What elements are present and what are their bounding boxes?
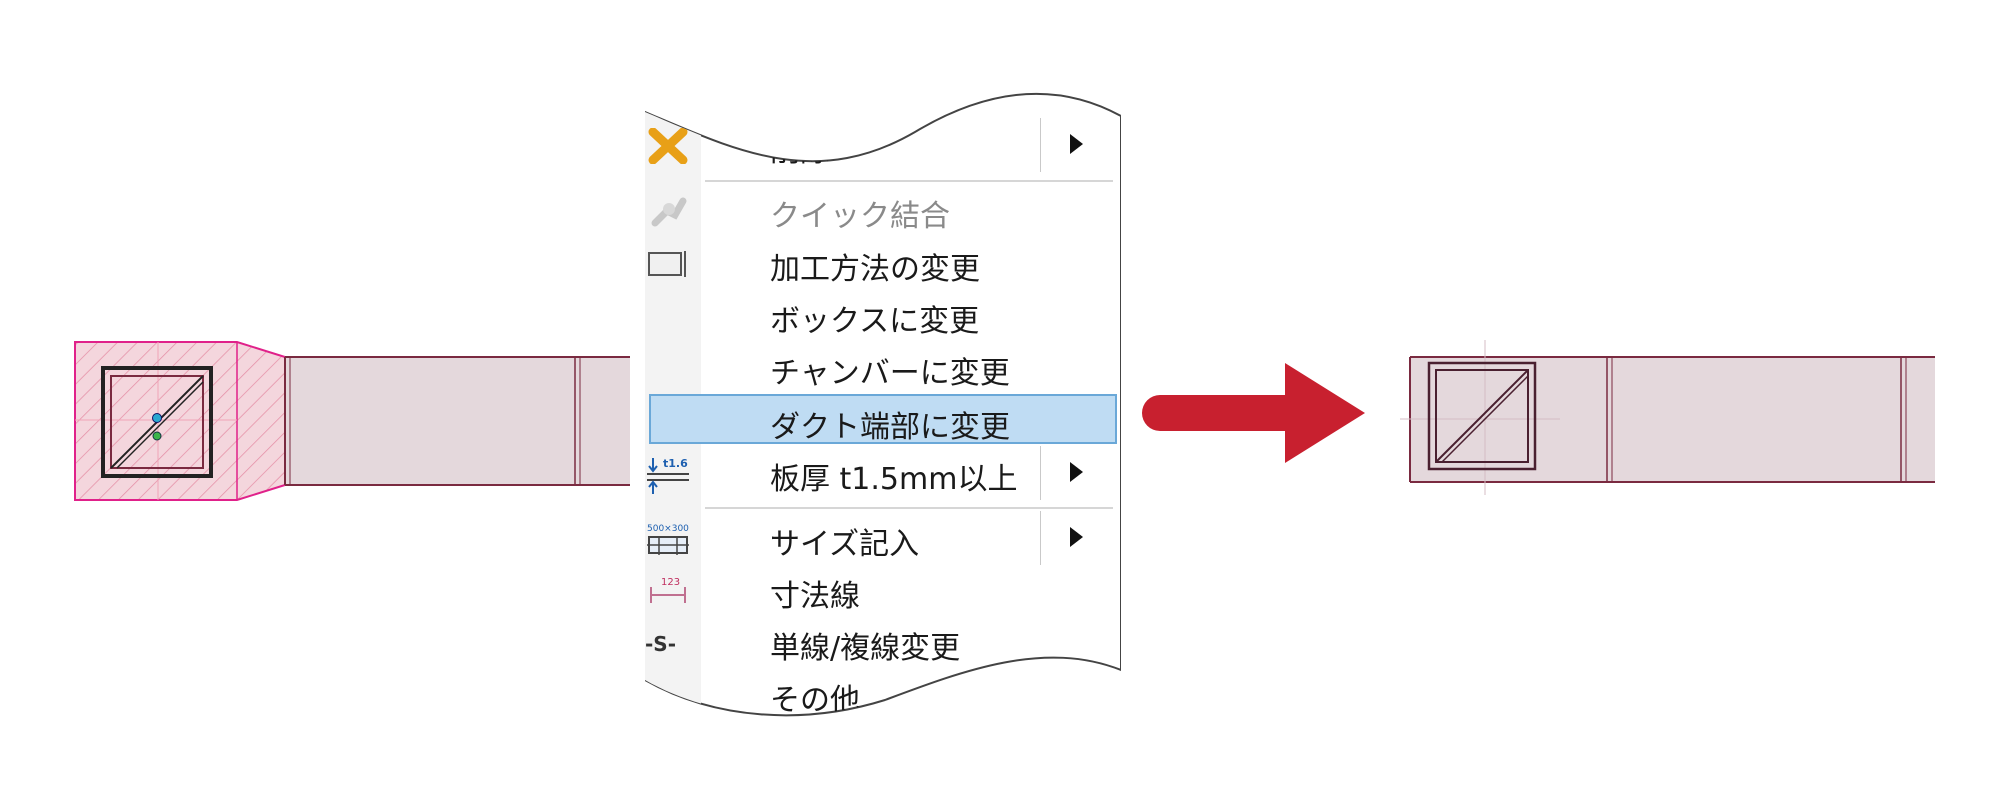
size-annotation-icon: 500×300: [645, 521, 691, 557]
duct-before-drawing: [74, 341, 630, 501]
svg-text:t1.6: t1.6: [663, 457, 688, 470]
menu-item-dimension-line[interactable]: 123 寸法線: [705, 565, 1093, 615]
submenu-arrow-icon: [1070, 462, 1083, 482]
submenu-arrow-icon: [1070, 527, 1083, 547]
submenu-arrow-icon: [1070, 134, 1083, 154]
menu-item-change-to-box[interactable]: ボックスに変更: [705, 290, 1093, 340]
duct-end-box-selected[interactable]: [74, 341, 286, 501]
plate-thickness-icon: t1.6: [645, 456, 691, 492]
duct-after-drawing: [1400, 340, 1935, 495]
svg-text:500×300: 500×300: [647, 524, 689, 534]
single-double-line-icon: -S-: [645, 625, 691, 661]
menu-item-change-to-duct-end[interactable]: ダクト端部に変更: [649, 394, 1117, 444]
delete-x-icon: [645, 128, 691, 164]
menu-item-change-processing[interactable]: 加工方法の変更: [705, 238, 1093, 288]
menu-item-size-annotation[interactable]: 500×300 サイズ記入: [705, 513, 1093, 563]
processing-method-icon: [645, 246, 691, 282]
menu-item-plate-thickness[interactable]: t1.6 板厚 t1.5mm以上: [705, 448, 1093, 498]
menu-item-quick-join[interactable]: クイック結合: [705, 185, 1093, 235]
svg-text:123: 123: [661, 577, 680, 588]
context-menu: 削除 クイック結合 加工方法の変更 ボックスに変更 チャンバーに変更 ダクト端部…: [645, 80, 1121, 720]
duct-end-box-result: [1400, 340, 1935, 495]
quick-join-icon: [645, 193, 691, 229]
duct-body-left[interactable]: [284, 356, 630, 486]
right-arrow-icon: [1142, 363, 1365, 463]
svg-text:-S-: -S-: [645, 632, 676, 656]
dimension-line-icon: 123: [645, 573, 691, 609]
menu-item-change-to-chamber[interactable]: チャンバーに変更: [705, 342, 1093, 392]
